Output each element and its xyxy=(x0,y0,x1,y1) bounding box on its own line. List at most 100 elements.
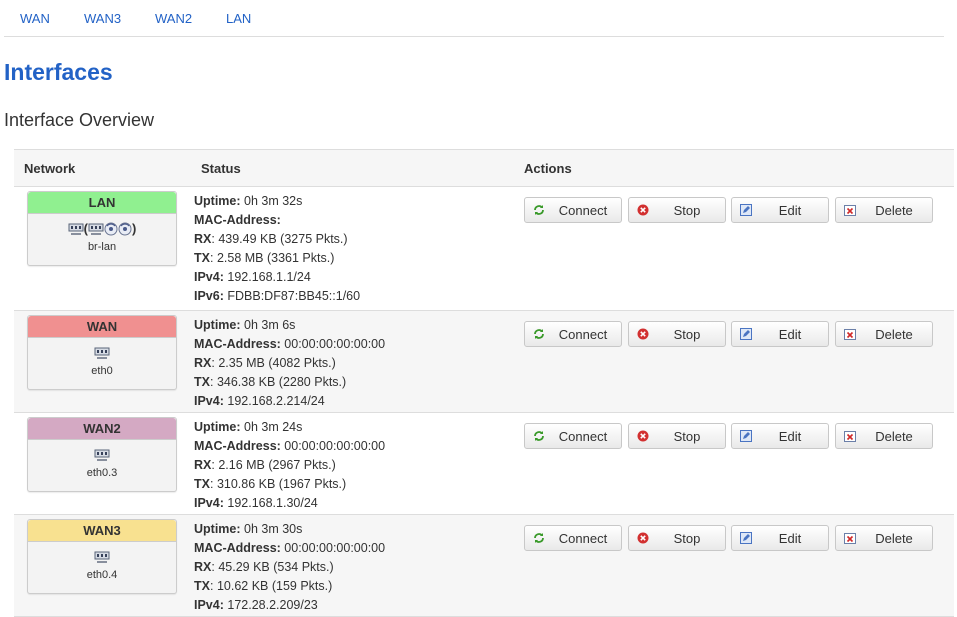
tab-wan3[interactable]: WAN3 xyxy=(84,11,121,26)
status-mac-label: MAC-Address: xyxy=(194,213,281,227)
edit-button-lan[interactable]: Edit xyxy=(731,197,829,223)
delete-button-wan3[interactable]: Delete xyxy=(835,525,933,551)
delete-button-lan[interactable]: Delete xyxy=(835,197,933,223)
stop-label: Stop xyxy=(673,327,701,342)
tab-wan[interactable]: WAN xyxy=(20,11,50,26)
connect-icon xyxy=(533,328,545,340)
table-header: Network Status Actions xyxy=(14,150,954,187)
delete-label: Delete xyxy=(875,429,913,444)
status-mac-value: 00:00:00:00:00:00 xyxy=(284,337,386,351)
interface-status: Uptime: 0h 3m 32s MAC-Address: RX: 439.49… xyxy=(194,192,360,306)
status-tx-value: 310.86 KB (1967 Pkts.) xyxy=(216,477,347,491)
connect-button-wan2[interactable]: Connect xyxy=(524,423,622,449)
status-uptime: Uptime: 0h 3m 24s xyxy=(194,418,385,437)
edit-button-wan3[interactable]: Edit xyxy=(731,525,829,551)
status-ipv4-label: IPv4: xyxy=(194,270,224,284)
edit-label: Edit xyxy=(778,203,802,218)
connect-button-wan[interactable]: Connect xyxy=(524,321,622,347)
status-mac-label: MAC-Address: xyxy=(194,541,281,555)
interface-device: eth0.3 xyxy=(86,467,118,479)
status-ipv4-value: 192.168.1.1/24 xyxy=(227,270,311,284)
interface-badge-lan[interactable]: LAN () br-lan xyxy=(27,191,177,266)
status-mac-label: MAC-Address: xyxy=(194,439,281,453)
status-ipv4: IPv4: 192.168.1.1/24 xyxy=(194,268,360,287)
status-tx: TX: 346.38 KB (2280 Pkts.) xyxy=(194,375,347,389)
interface-status: Uptime: 0h 3m 30s MAC-Address: 00:00:00:0… xyxy=(194,520,385,615)
status-tx-value: 346.38 KB (2280 Pkts.) xyxy=(216,375,347,389)
delete-button-wan[interactable]: Delete xyxy=(835,321,933,347)
interface-tabs: WAN WAN3 WAN2 LAN xyxy=(4,0,944,37)
interface-device-info: eth0.4 xyxy=(28,542,176,581)
connect-icon xyxy=(533,204,545,216)
interface-device-info: eth0.3 xyxy=(28,440,176,479)
status-rx: RX: 2.16 MB (2967 Pkts.) xyxy=(194,458,336,472)
stop-button-wan[interactable]: Stop xyxy=(628,321,726,347)
status-uptime: Uptime: 0h 3m 30s xyxy=(194,520,385,539)
interface-badge-wan2[interactable]: WAN2 eth0.3 xyxy=(27,417,177,492)
edit-button-wan2[interactable]: Edit xyxy=(731,423,829,449)
edit-label: Edit xyxy=(778,429,802,444)
connect-button-wan3[interactable]: Connect xyxy=(524,525,622,551)
status-tx-label: TX xyxy=(194,375,210,389)
status-ipv6: IPv6: FDBB:DF87:BB45::1/60 xyxy=(194,287,360,306)
interface-row-wan3: WAN3 eth0.4 Uptime: 0h 3m 30s MAC-Address: … xyxy=(14,515,954,617)
status-mac: MAC-Address: 00:00:00:00:00:00 xyxy=(194,437,385,456)
connect-label: Connect xyxy=(558,203,608,218)
stop-icon xyxy=(637,430,649,442)
interface-row-wan2: WAN2 eth0.3 Uptime: 0h 3m 24s MAC-Address: … xyxy=(14,413,954,515)
stop-icon xyxy=(637,328,649,340)
edit-label: Edit xyxy=(778,531,802,546)
interface-status: Uptime: 0h 3m 6s MAC-Address: 00:00:00:00… xyxy=(194,316,385,411)
status-rx-label: RX xyxy=(194,560,212,574)
interface-device-info: eth0 xyxy=(28,338,176,377)
edit-icon xyxy=(740,328,752,340)
status-uptime-label: Uptime: xyxy=(194,420,241,434)
interface-rows: LAN () br-lan Uptime: 0h 3m 32s MAC-Address:… xyxy=(14,187,954,617)
interface-table: Network Status Actions LAN () br-lan Uptime… xyxy=(14,149,954,617)
status-ipv6-label: IPv6: xyxy=(194,289,224,303)
status-rx-value: 439.49 KB (3275 Pkts.) xyxy=(218,232,348,246)
status-ipv4: IPv4: 192.168.2.214/24 xyxy=(194,392,385,411)
status-rx-value: 2.16 MB (2967 Pkts.) xyxy=(218,458,336,472)
status-tx-label: TX xyxy=(194,251,210,265)
edit-icon xyxy=(740,532,752,544)
tab-lan[interactable]: LAN xyxy=(226,11,251,26)
stop-button-wan3[interactable]: Stop xyxy=(628,525,726,551)
connect-button-lan[interactable]: Connect xyxy=(524,197,622,223)
bridge-icon: () xyxy=(68,220,136,237)
edit-button-wan[interactable]: Edit xyxy=(731,321,829,347)
status-uptime: Uptime: 0h 3m 32s xyxy=(194,192,360,211)
interface-device: eth0.4 xyxy=(86,569,118,581)
interface-badge-wan3[interactable]: WAN3 eth0.4 xyxy=(27,519,177,594)
status-ipv4-value: 172.28.2.209/23 xyxy=(227,598,318,612)
status-tx-value: 2.58 MB (3361 Pkts.) xyxy=(216,251,335,265)
status-ipv4-value: 192.168.1.30/24 xyxy=(227,496,318,510)
status-mac: MAC-Address: 00:00:00:00:00:00 xyxy=(194,335,385,354)
connect-icon xyxy=(533,532,545,544)
section-title: Interface Overview xyxy=(4,110,155,130)
status-ipv4-label: IPv4: xyxy=(194,496,224,510)
stop-label: Stop xyxy=(673,531,701,546)
stop-button-lan[interactable]: Stop xyxy=(628,197,726,223)
interface-row-lan: LAN () br-lan Uptime: 0h 3m 32s MAC-Address:… xyxy=(14,187,954,311)
status-ipv4-label: IPv4: xyxy=(194,598,224,612)
tab-wan2[interactable]: WAN2 xyxy=(155,11,192,26)
status-uptime-label: Uptime: xyxy=(194,318,241,332)
status-mac: MAC-Address: 00:00:00:00:00:00 xyxy=(194,539,385,558)
delete-button-wan2[interactable]: Delete xyxy=(835,423,933,449)
interface-device: eth0 xyxy=(91,365,113,377)
status-rx-label: RX xyxy=(194,232,212,246)
interface-status: Uptime: 0h 3m 24s MAC-Address: 00:00:00:0… xyxy=(194,418,385,513)
stop-button-wan2[interactable]: Stop xyxy=(628,423,726,449)
edit-icon xyxy=(740,204,752,216)
delete-icon xyxy=(844,430,856,442)
stop-icon xyxy=(637,532,649,544)
header-status: Status xyxy=(201,161,241,176)
status-ipv4-value: 192.168.2.214/24 xyxy=(227,394,325,408)
status-ipv6-value: FDBB:DF87:BB45::1/60 xyxy=(227,289,361,303)
status-uptime-value: 0h 3m 30s xyxy=(244,522,303,536)
interface-badge-wan[interactable]: WAN eth0 xyxy=(27,315,177,390)
stop-icon xyxy=(637,204,649,216)
status-mac: MAC-Address: xyxy=(194,211,360,230)
interface-name: LAN xyxy=(28,192,176,214)
